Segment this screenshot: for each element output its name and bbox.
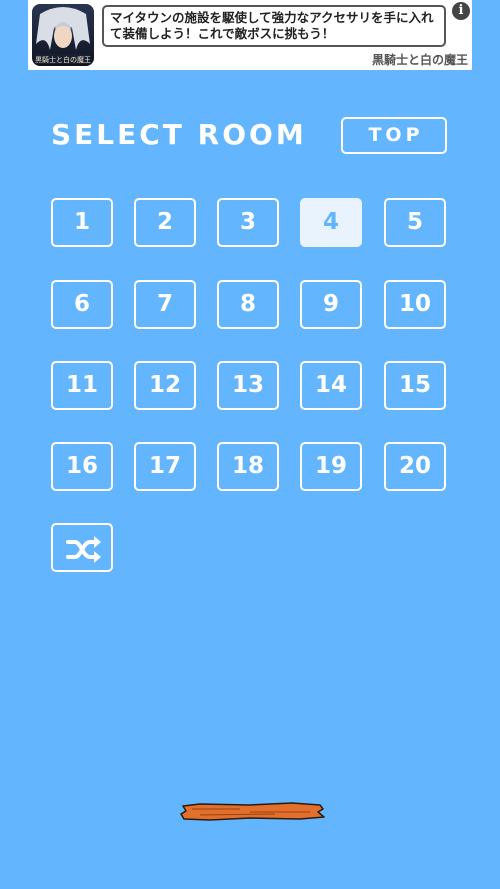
room-button-12[interactable]: 12 — [134, 361, 196, 410]
page-title: SELECT ROOM — [51, 118, 307, 151]
svg-text:黒騎士と白の魔王: 黒騎士と白の魔王 — [35, 55, 91, 64]
room-button-7[interactable]: 7 — [134, 280, 196, 329]
room-button-14[interactable]: 14 — [300, 361, 362, 410]
room-button-15[interactable]: 15 — [384, 361, 446, 410]
random-room-button[interactable] — [51, 523, 113, 572]
info-icon[interactable]: i — [452, 2, 470, 20]
room-button-11[interactable]: 11 — [51, 361, 113, 410]
top-button[interactable]: TOP — [341, 117, 447, 154]
room-button-20[interactable]: 20 — [384, 442, 446, 491]
room-button-2[interactable]: 2 — [134, 198, 196, 247]
wooden-plank — [180, 800, 326, 828]
room-button-18[interactable]: 18 — [217, 442, 279, 491]
room-button-19[interactable]: 19 — [300, 442, 362, 491]
room-button-9[interactable]: 9 — [300, 280, 362, 329]
room-button-16[interactable]: 16 — [51, 442, 113, 491]
room-button-5[interactable]: 5 — [384, 198, 446, 247]
shuffle-icon — [66, 536, 101, 563]
room-button-1[interactable]: 1 — [51, 198, 113, 247]
room-button-4[interactable]: 4 — [300, 198, 362, 247]
room-button-10[interactable]: 10 — [384, 280, 446, 329]
room-button-8[interactable]: 8 — [217, 280, 279, 329]
room-button-17[interactable]: 17 — [134, 442, 196, 491]
room-button-6[interactable]: 6 — [51, 280, 113, 329]
ad-source: 黒騎士と白の魔王 — [371, 53, 468, 67]
ad-banner[interactable]: 黒騎士と白の魔王 マイタウンの施設を駆使して強力なアクセサリを手に入れて装備しよ… — [28, 0, 472, 70]
ad-thumbnail-image[interactable]: 黒騎士と白の魔王 — [32, 4, 94, 66]
room-button-3[interactable]: 3 — [217, 198, 279, 247]
ad-text[interactable]: マイタウンの施設を駆使して強力なアクセサリを手に入れて装備しよう！これで敵ボスに… — [102, 5, 446, 47]
room-button-13[interactable]: 13 — [217, 361, 279, 410]
